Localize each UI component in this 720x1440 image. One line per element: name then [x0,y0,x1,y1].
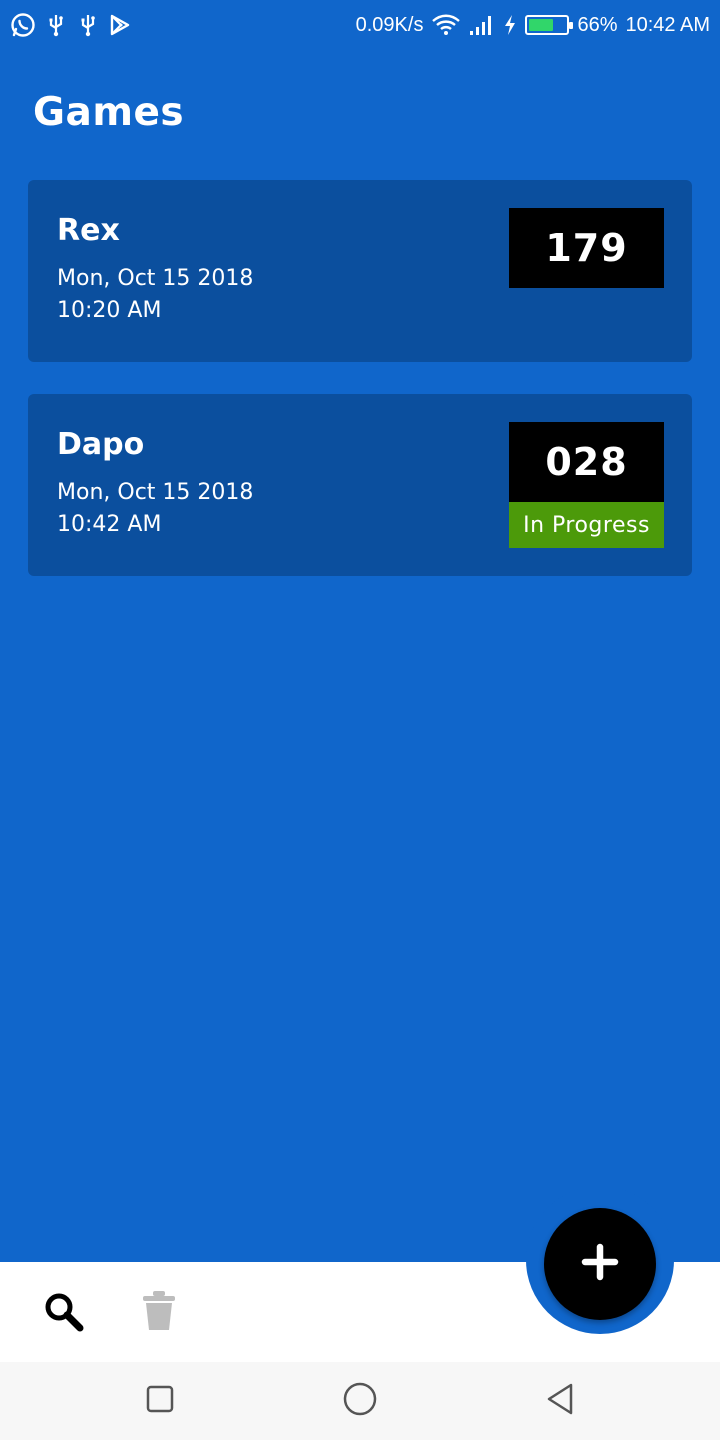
play-store-icon [108,13,132,37]
wifi-icon [431,14,461,36]
delete-button[interactable] [134,1288,184,1338]
whatsapp-icon [10,12,36,38]
search-icon [41,1289,85,1337]
system-navigation-bar [0,1362,720,1440]
score-box: 179 [509,208,664,288]
score-box: 028 [509,422,664,502]
network-speed: 0.09K/s [355,13,424,36]
usb-icon [76,13,100,37]
recents-square-icon [145,1384,175,1418]
signal-icon [469,14,495,36]
add-game-button[interactable] [544,1208,656,1320]
game-date: Mon, Oct 15 2018 [57,480,254,505]
game-time: 10:20 AM [57,298,162,323]
game-card[interactable]: Dapo Mon, Oct 15 2018 10:42 AM 028 In Pr… [28,394,692,576]
game-date: Mon, Oct 15 2018 [57,266,254,291]
search-button[interactable] [38,1288,88,1338]
in-progress-badge: In Progress [509,502,664,548]
clock: 10:42 AM [625,13,710,36]
status-left-icons [10,12,132,38]
battery-icon [525,15,574,35]
plus-icon [580,1242,620,1286]
back-triangle-icon [544,1382,576,1420]
trash-icon [142,1290,176,1336]
game-card[interactable]: Rex Mon, Oct 15 2018 10:20 AM 179 [28,180,692,362]
player-name: Rex [57,213,120,248]
player-name: Dapo [57,427,145,462]
battery-level-fill [529,19,554,31]
status-bar: 0.09K/s 66% 10:42 AM [0,0,720,50]
usb-icon [44,13,68,37]
recents-button[interactable] [120,1362,200,1440]
back-button[interactable] [520,1362,600,1440]
home-circle-icon [342,1381,378,1421]
home-button[interactable] [320,1362,400,1440]
status-right-indicators: 0.09K/s 66% 10:42 AM [356,14,710,37]
battery-percent: 66% [577,13,618,36]
page-title: Games [33,90,185,135]
game-time: 10:42 AM [57,512,162,537]
charging-icon [503,14,517,36]
